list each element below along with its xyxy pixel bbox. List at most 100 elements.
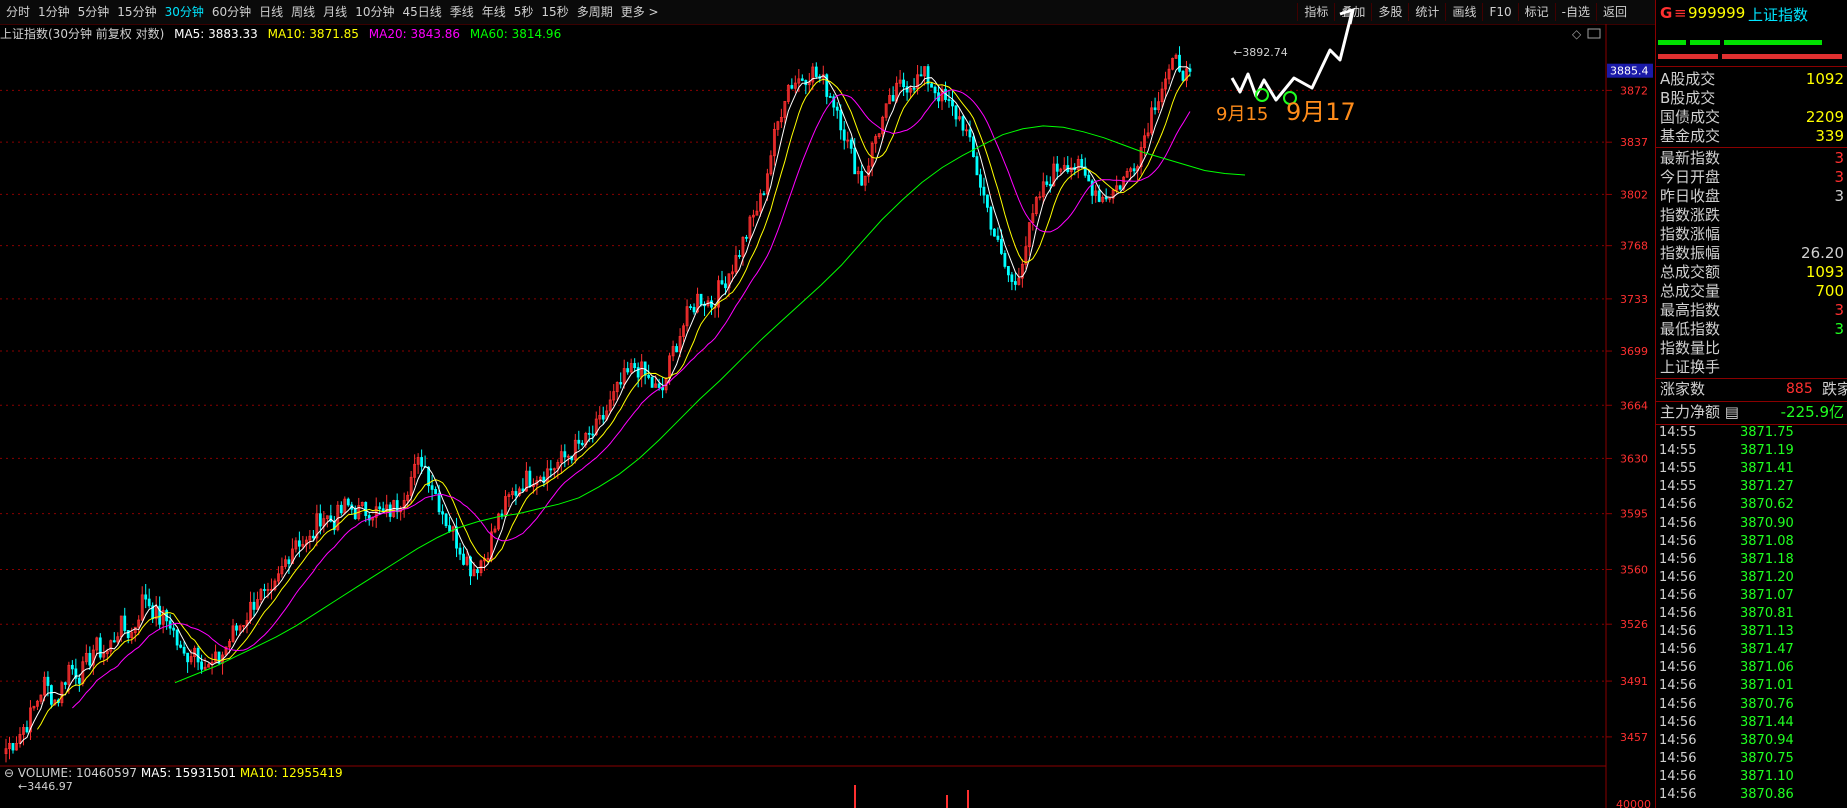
candle-body [979, 174, 982, 188]
tick-row: 14:56 3871.08 [1659, 533, 1794, 549]
candle-body [954, 105, 958, 120]
candle-body [1048, 184, 1052, 187]
quote-row: 最新指数 3 [1660, 149, 1844, 167]
candle-body [860, 171, 864, 186]
candle-body [989, 206, 993, 230]
candle-body [514, 491, 518, 496]
tick-row: 14:56 3871.01 [1659, 678, 1794, 694]
candle-body [591, 433, 595, 436]
candlesticks [4, 46, 1192, 763]
bid-bar-2 [1690, 40, 1720, 45]
candle-body [853, 147, 857, 175]
candle-body [235, 625, 238, 631]
diamond-icon: ◇ [1572, 27, 1582, 41]
candle-body [999, 239, 1003, 254]
tick-row: 14:55 3871.27 [1659, 479, 1794, 495]
candle-body [70, 664, 74, 670]
tick-row: 14:55 3871.19 [1659, 443, 1794, 459]
quote-row: A股成交 1092 [1660, 70, 1844, 88]
candle-body [123, 615, 127, 631]
candle-body [252, 601, 256, 610]
candle-body [364, 502, 368, 516]
tick-row: 14:56 3870.81 [1659, 606, 1794, 621]
arrow-head-icon [1339, 7, 1356, 25]
candle-body [444, 513, 448, 527]
candle-body [580, 442, 584, 446]
quote-row: 指数量比 [1660, 339, 1721, 357]
candle-body [420, 457, 424, 467]
candle-body [1010, 274, 1014, 282]
stock-code: 999999 [1688, 4, 1746, 22]
candle-body [619, 382, 623, 385]
quote-row: 指数振幅 26.20 [1660, 244, 1844, 262]
ask-bar-1 [1658, 54, 1718, 59]
tick-row: 14:56 3870.76 [1659, 696, 1794, 712]
candle-body [996, 235, 1000, 240]
candle-body [790, 85, 794, 89]
quote-row: 最低指数 3 [1660, 320, 1844, 338]
candle-body [434, 489, 437, 494]
menu-icon[interactable]: ≡ [1674, 4, 1687, 22]
tick-row: 14:56 3871.18 [1659, 551, 1794, 567]
price-grid [0, 24, 1612, 808]
candle-body [835, 106, 839, 111]
candle-body [1087, 174, 1091, 182]
candle-body [661, 387, 665, 391]
kline-chart[interactable]: 3872 3837 3802 3768 3733 3699 3664 3630 3595 3560… [0, 0, 1655, 808]
candle-body [986, 194, 989, 208]
candle-body [912, 87, 916, 90]
candle-body [1153, 107, 1157, 111]
candle-body [1013, 281, 1017, 285]
candle-body [902, 79, 906, 88]
candle-body [147, 598, 151, 607]
tick-row: 14:56 3871.20 [1659, 569, 1794, 585]
panel-toggle-icon [1587, 28, 1601, 39]
candle-body [186, 652, 190, 663]
candle-body [318, 513, 322, 527]
candle-body [710, 300, 713, 308]
ma60-line [174, 125, 1246, 684]
tick-row: 14:56 3870.90 [1659, 515, 1794, 531]
candle-body [849, 139, 853, 149]
candle-body [972, 136, 975, 158]
ytick-label: 3802 [1620, 188, 1648, 201]
candle-body [657, 383, 661, 388]
annotation-sep15: 9月15 [1216, 104, 1268, 125]
candle-body [933, 86, 937, 94]
candle-body [346, 498, 350, 506]
candle-body [891, 95, 895, 102]
candle-body [947, 99, 951, 101]
candle-body [689, 306, 692, 309]
tick-row: 14:56 3871.06 [1659, 660, 1794, 676]
ytick-label: 3733 [1620, 293, 1648, 306]
quote-row: 基金成交 339 [1660, 127, 1844, 145]
candle-body [745, 236, 748, 239]
tick-row: 14:56 3871.47 [1659, 642, 1794, 658]
tick-row: 14:56 3871.07 [1659, 587, 1794, 603]
stock-header: G ≡ 999999 上证指数 [1656, 4, 1847, 26]
candle-body [905, 86, 909, 93]
candle-body [814, 66, 818, 77]
tick-row: 14:56 3870.62 [1659, 497, 1794, 513]
candle-body [144, 594, 148, 600]
candle-body [462, 553, 465, 565]
candle-body [961, 116, 965, 131]
bid-bar-3 [1724, 40, 1822, 45]
candle-body [378, 506, 382, 510]
candle-body [828, 96, 832, 98]
quote-row: 最高指数 3 [1660, 301, 1844, 319]
candle-body [724, 283, 727, 289]
volume-legend: ⊖ VOLUME: 10460597 MA5: 15931501 MA10: 1… [4, 766, 343, 780]
candle-body [587, 432, 591, 435]
candle-body [1104, 196, 1108, 200]
ytick-label: 3699 [1620, 345, 1648, 358]
candle-body [919, 74, 923, 77]
volume-tick-label: 40000 [1616, 798, 1651, 808]
candle-body [951, 99, 954, 107]
candle-body [1097, 190, 1101, 202]
quote-row: 国债成交 2209 [1660, 108, 1844, 126]
candle-body [626, 368, 630, 373]
candle-body [601, 415, 605, 420]
candle-body [1178, 54, 1181, 72]
ytick-label: 3526 [1620, 618, 1648, 631]
